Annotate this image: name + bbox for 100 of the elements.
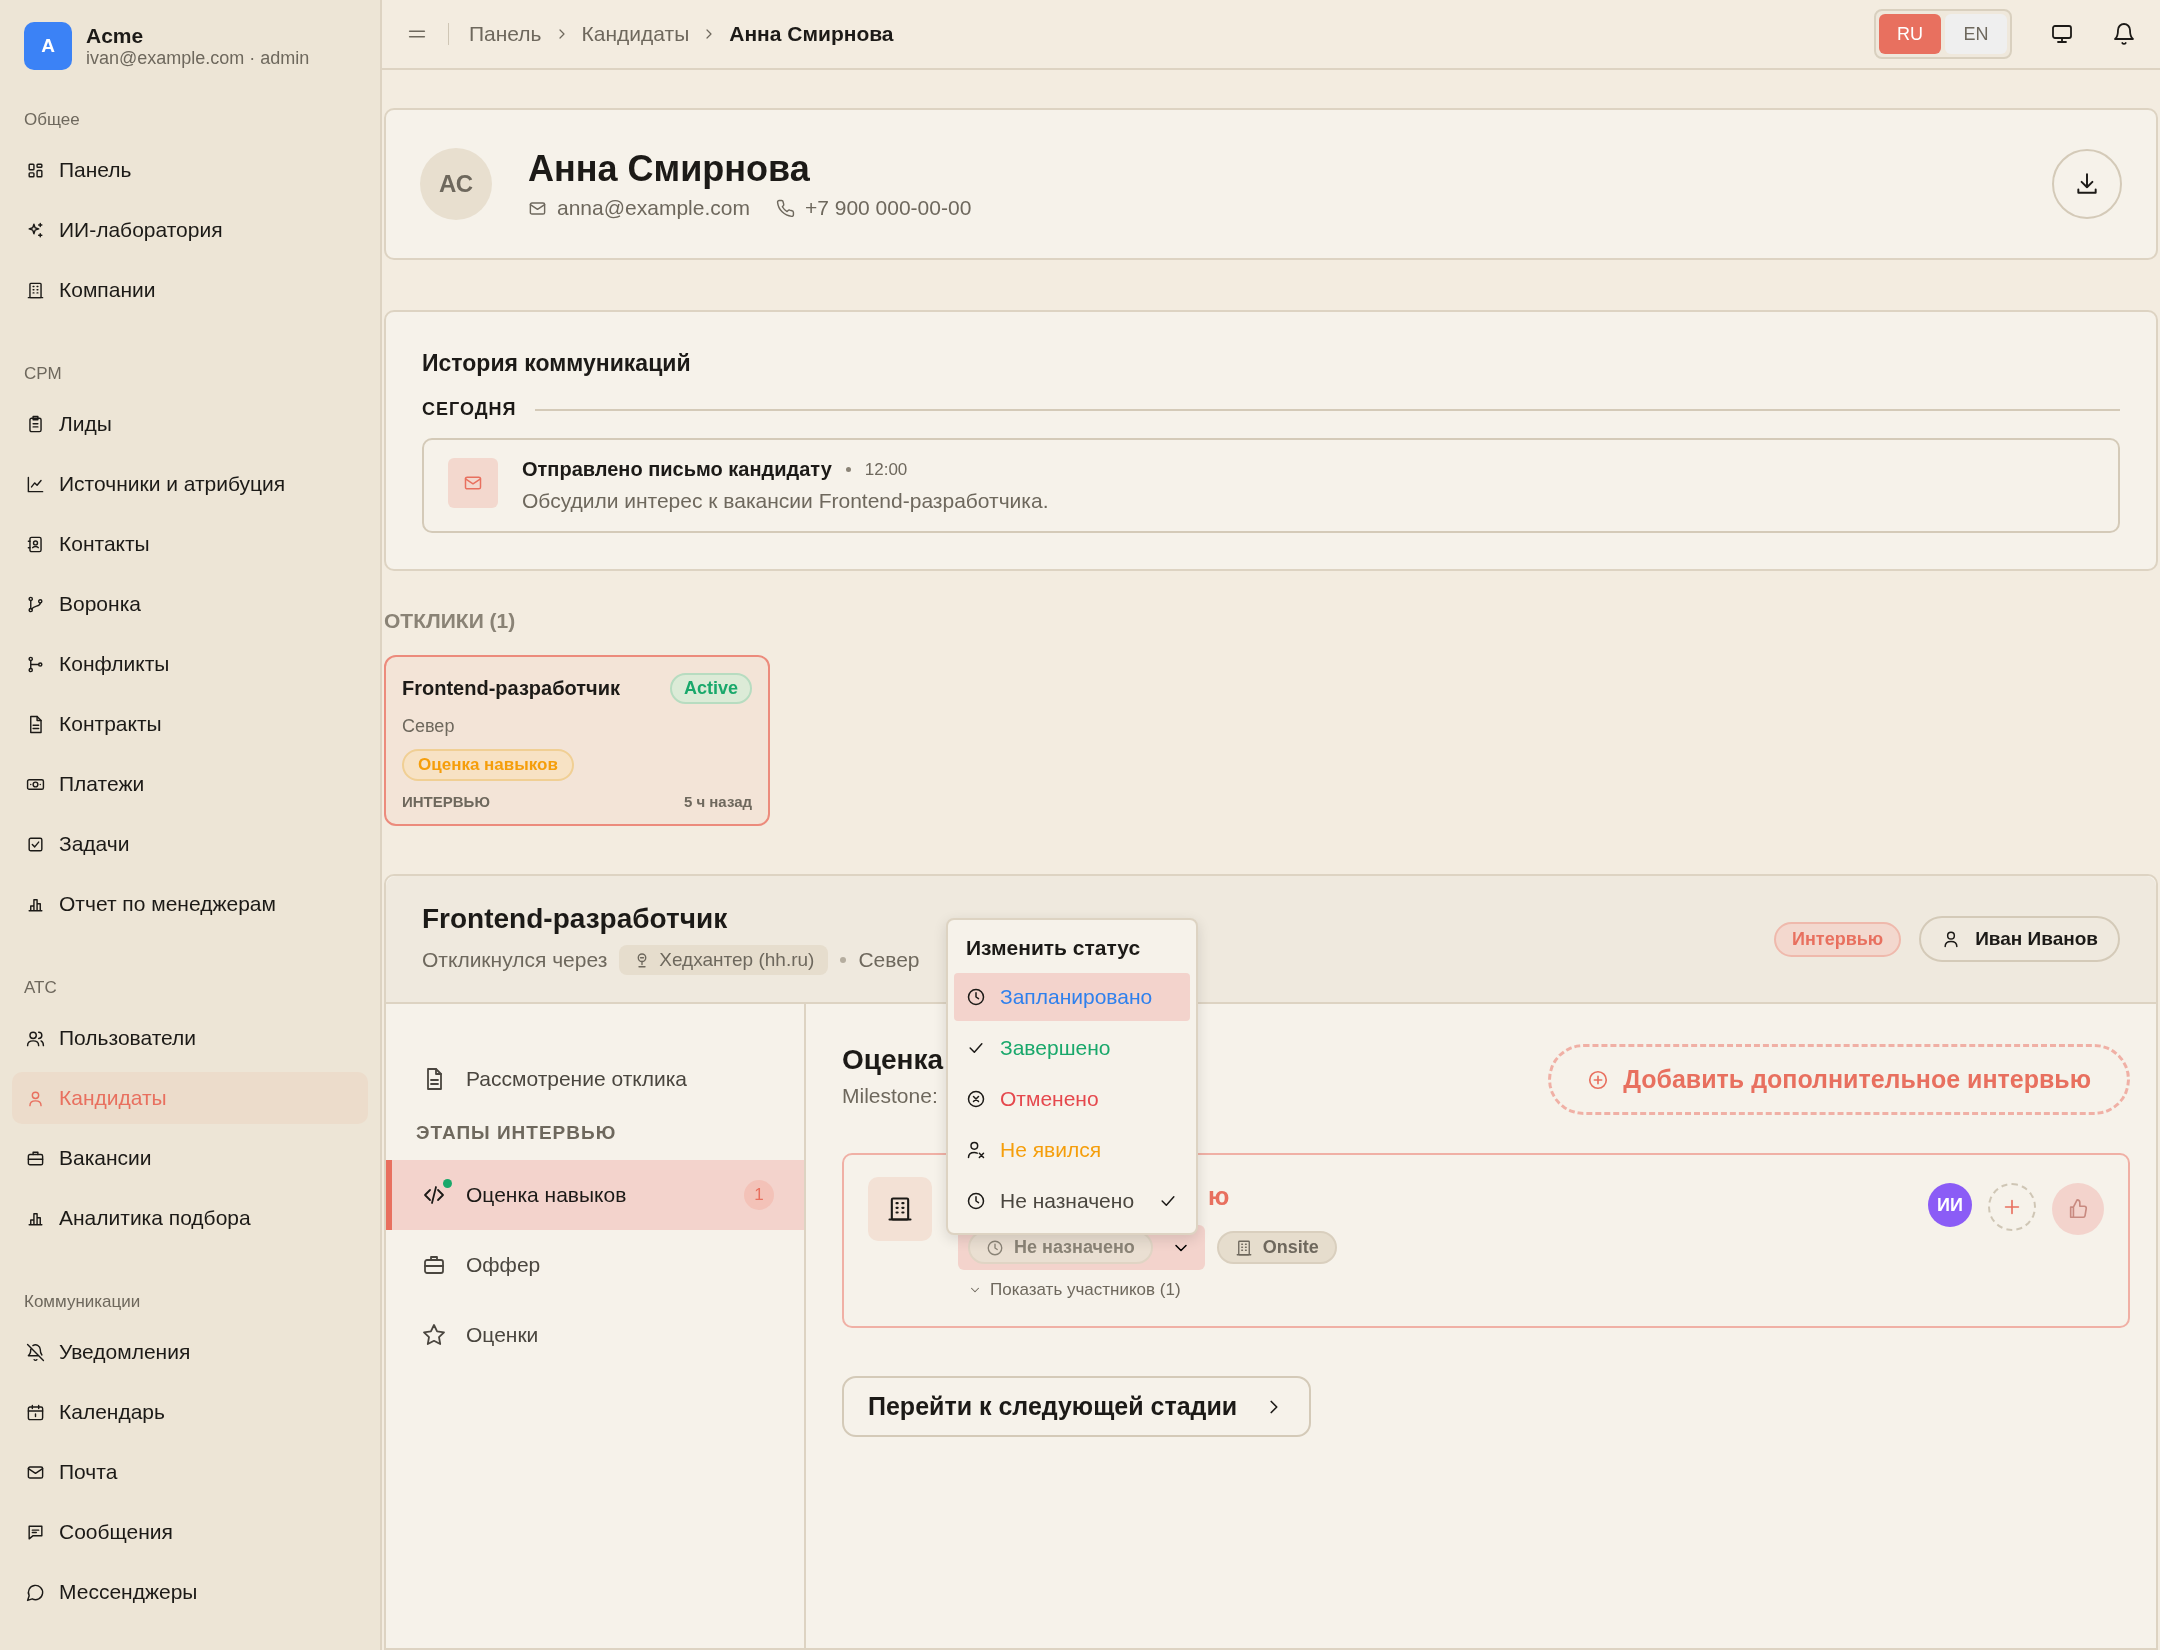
menu-item[interactable]: Не назначено: [954, 1177, 1190, 1225]
sidebar-item[interactable]: Панель: [12, 144, 368, 196]
sidebar-item[interactable]: Источники и атрибуция: [12, 458, 368, 510]
briefcase-icon: [26, 1148, 45, 1168]
stage-item[interactable]: Оффер: [386, 1230, 804, 1300]
contact-book-icon: [26, 534, 45, 554]
dashboard-icon: [26, 160, 45, 180]
job-title: Frontend-разработчик: [402, 677, 620, 700]
time-ago: 5 ч назад: [683, 793, 752, 810]
sidebar-item[interactable]: Платежи: [12, 758, 368, 810]
sidebar-item[interactable]: Контракты: [12, 698, 368, 750]
show-participants-link[interactable]: Показать участников (1): [968, 1280, 1902, 1300]
sidebar-item[interactable]: Компании: [12, 264, 368, 316]
section-label: Коммуникации: [23, 1292, 142, 1312]
section-label: Общее: [23, 110, 81, 130]
participant-avatar: ИИ: [1928, 1183, 1972, 1227]
source-tag: Хедхантер (hh.ru): [619, 945, 829, 975]
code-icon: [422, 1183, 446, 1207]
interview-title: ю: [1208, 1180, 1231, 1212]
sidebar-item[interactable]: Сообщения: [12, 1506, 368, 1558]
menu-item[interactable]: Отменено: [954, 1075, 1190, 1123]
mail-icon-badge: [448, 458, 498, 508]
phone-text: +7 900 000-00-00: [804, 196, 972, 220]
sidebar-item[interactable]: Задачи: [12, 818, 368, 870]
calendar-icon: [26, 1402, 45, 1422]
message-icon: [26, 1522, 45, 1542]
milestone-label: Milestone:: [842, 1084, 939, 1108]
section-label: CPM: [23, 364, 63, 384]
sidebar-item[interactable]: Отчет по менеджерам: [12, 878, 368, 930]
section-label: ОТКЛИКИ (1): [384, 609, 517, 633]
avatar-initials: АС: [420, 148, 492, 220]
stage-title: Оценка: [842, 1044, 944, 1076]
breadcrumb-current: Анна Смирнова: [729, 22, 894, 46]
monitor-icon[interactable]: [2050, 22, 2074, 46]
location-text: Север: [858, 948, 920, 972]
sidebar-item[interactable]: Мессенджеры: [12, 1566, 368, 1618]
sidebar-item[interactable]: Воронка: [12, 578, 368, 630]
section-label: ATC: [23, 978, 58, 998]
sidebar-item[interactable]: Почта: [12, 1446, 368, 1498]
email-text: anna@example.com: [557, 196, 750, 220]
building-icon: [1234, 1238, 1253, 1257]
bell-off-icon: [26, 1342, 45, 1362]
fork-icon: [26, 654, 45, 674]
chat-bubble-icon: [26, 1582, 45, 1602]
plus-circle-icon: [1587, 1068, 1610, 1091]
sidebar-item[interactable]: Вакансии: [12, 1132, 368, 1184]
count-badge: 1: [744, 1180, 774, 1210]
event-title: Отправлено письмо кандидату: [522, 458, 832, 481]
breadcrumb-link[interactable]: Панель: [469, 22, 542, 46]
bell-icon[interactable]: [2112, 22, 2136, 46]
source-label: Откликнулся через: [422, 948, 608, 972]
candidate-name: Анна Смирнова: [528, 148, 811, 190]
brand-name: Acme: [86, 23, 145, 48]
section-title: История коммуникаций: [422, 350, 692, 377]
line-chart-icon: [26, 474, 45, 494]
clock-icon: [966, 1191, 986, 1211]
sidebar-item[interactable]: ИИ-лаборатория: [12, 204, 368, 256]
thumbs-up-icon: [2067, 1198, 2089, 1220]
job-title: Frontend-разработчик: [422, 903, 729, 935]
language-option[interactable]: EN: [1945, 14, 2007, 54]
sidebar-item[interactable]: Конфликты: [12, 638, 368, 690]
next-stage-button[interactable]: Перейти к следующей стадии: [842, 1376, 1312, 1437]
stage-type: ИНТЕРВЬЮ: [402, 793, 490, 810]
download-button[interactable]: [2052, 149, 2122, 219]
sidebar-item[interactable]: Лиды: [12, 398, 368, 450]
cancel-icon: [966, 1089, 986, 1109]
breadcrumb-link[interactable]: Кандидаты: [581, 22, 690, 46]
account-email: ivan@example.com · admin: [86, 47, 310, 69]
sidebar-item[interactable]: Аналитика подбора: [12, 1192, 368, 1244]
sidebar-item[interactable]: Пользователи: [12, 1012, 368, 1064]
clipboard-icon: [26, 414, 45, 434]
application-card[interactable]: Frontend-разработчик Active Север Оценка навыков ИНТЕРВЬЮ 5 ч назад: [384, 655, 770, 826]
location-text: Север: [402, 716, 456, 737]
owner-button[interactable]: Иван Иванов: [1919, 916, 2120, 962]
clock-icon: [966, 987, 986, 1007]
menu-title: Изменить статус: [965, 935, 1142, 961]
sidebar-item[interactable]: Контакты: [12, 518, 368, 570]
checkbox-icon: [26, 834, 45, 854]
event-time: 12:00: [864, 459, 908, 480]
branch-icon: [26, 594, 45, 614]
stage-badge: Интервью: [1774, 921, 1902, 957]
format-tag: Onsite: [1216, 1231, 1337, 1264]
status-label: Отменено: [1000, 1087, 1100, 1111]
stage-item[interactable]: Рассмотрение отклика: [386, 1044, 804, 1114]
sidebar-item[interactable]: Уведомления: [12, 1326, 368, 1378]
like-button[interactable]: [2052, 1183, 2104, 1235]
stage-badge: Оценка навыков: [402, 749, 574, 781]
stage-item[interactable]: Оценка навыков 1: [386, 1160, 804, 1230]
download-icon: [2074, 171, 2100, 197]
date-label: СЕГОДНЯ: [422, 399, 517, 420]
user-cross-icon: [966, 1140, 986, 1160]
status-label: Завершено: [1000, 1036, 1112, 1060]
building-icon: [868, 1177, 932, 1241]
event-description: Обсудили интерес к вакансии Frontend-разработчика.: [522, 489, 1049, 513]
sidebar-item[interactable]: Календарь: [12, 1386, 368, 1438]
logo-badge: A: [24, 22, 72, 70]
status-label: Запланировано: [1000, 985, 1154, 1009]
star-icon: [422, 1323, 446, 1347]
user-icon: [26, 1088, 45, 1108]
stage-item[interactable]: Оценки: [386, 1300, 804, 1370]
